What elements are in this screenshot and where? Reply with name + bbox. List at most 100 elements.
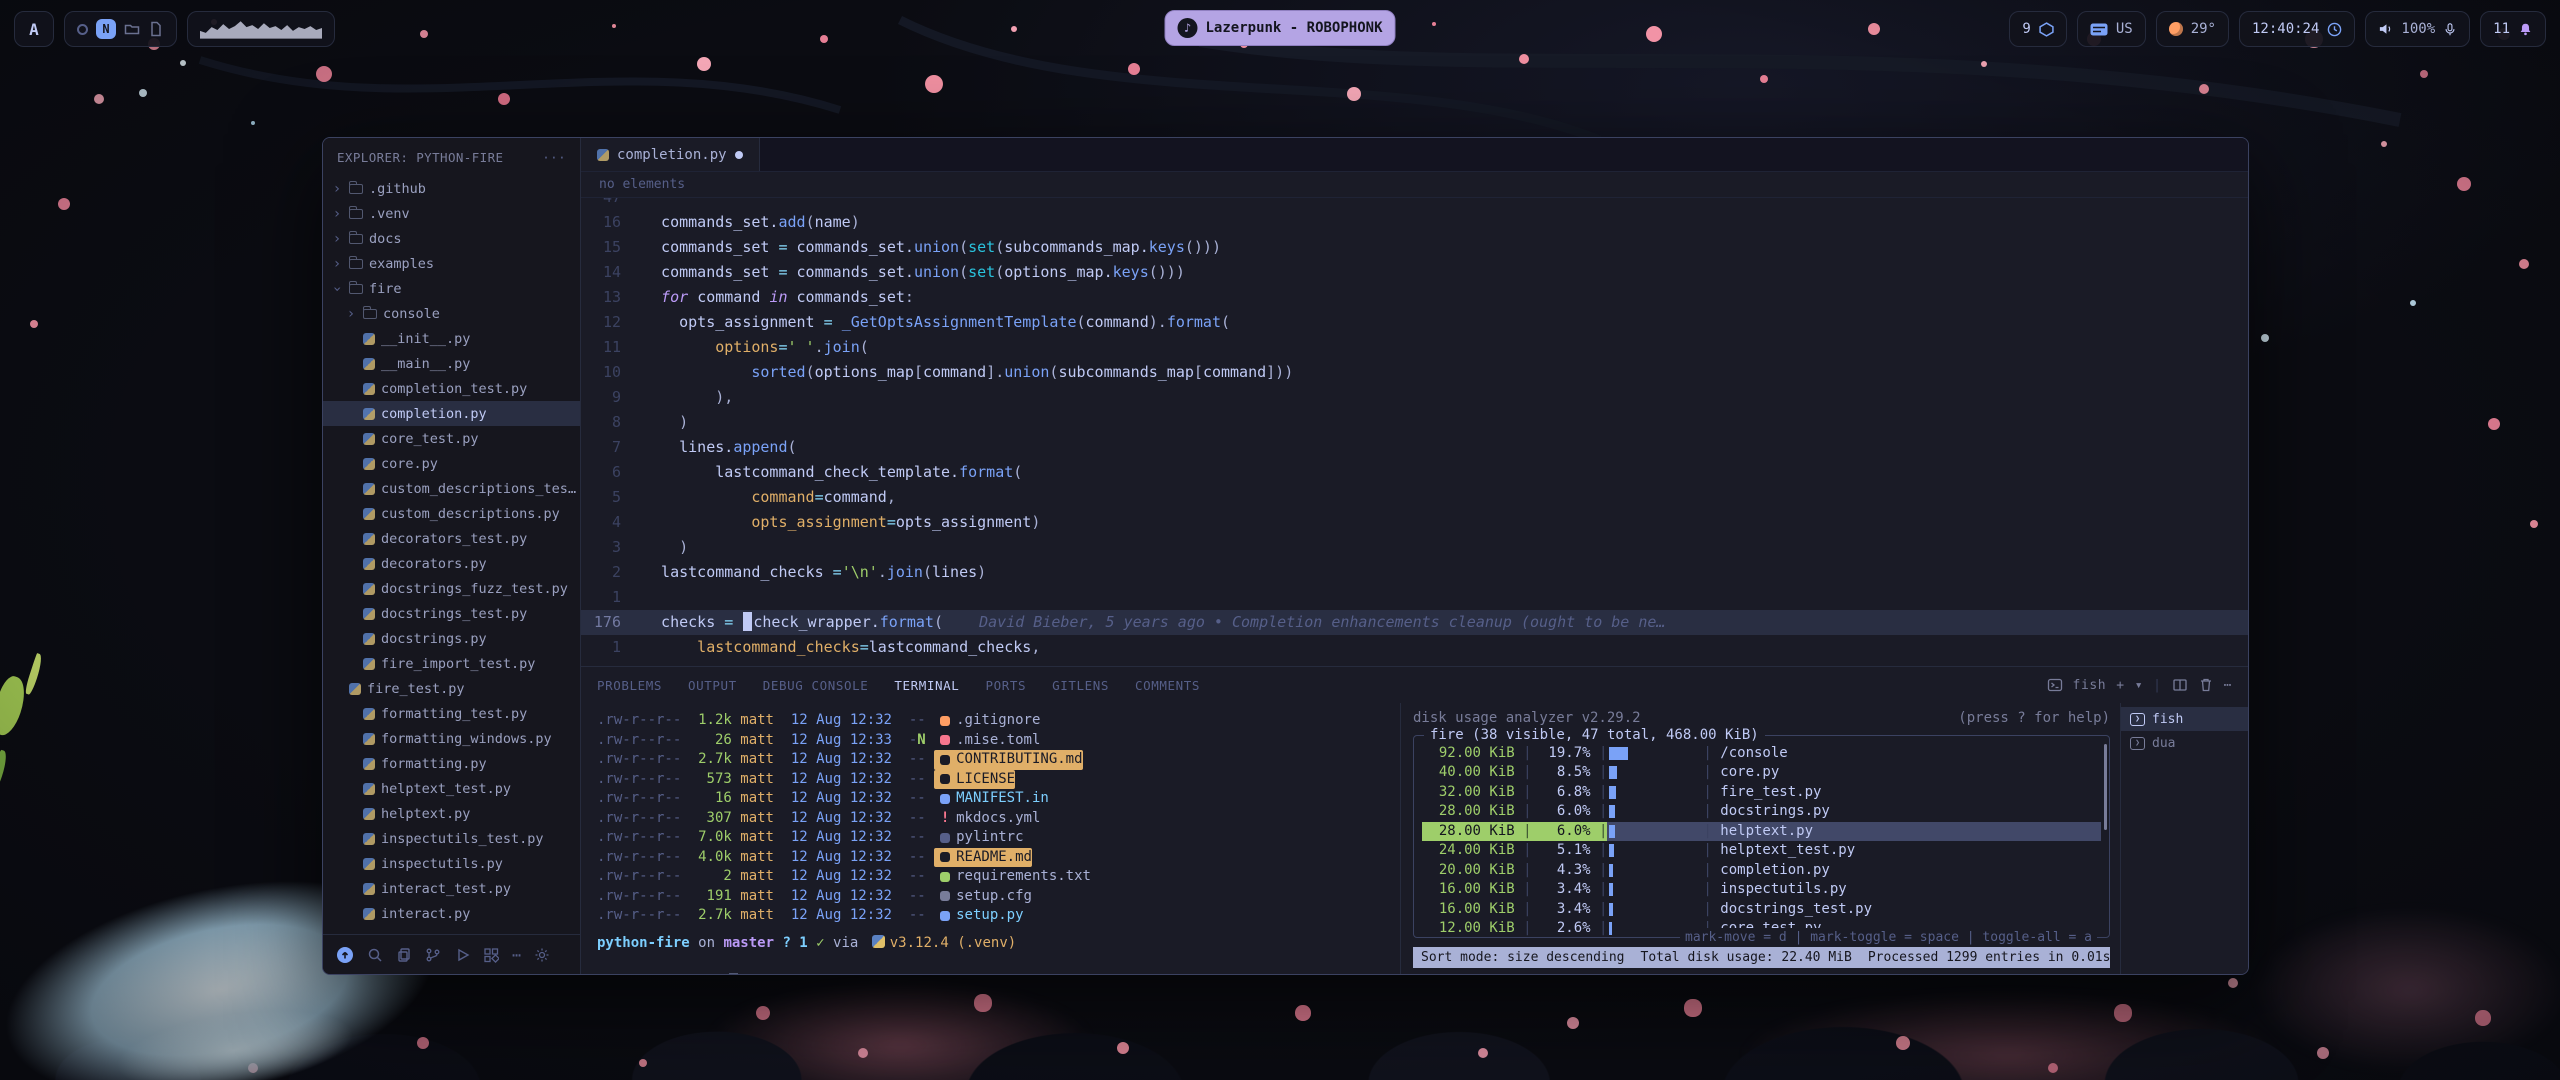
tree-folder-.venv[interactable]: ›.venv <box>323 201 580 226</box>
tree-file-docstrings_test.py[interactable]: docstrings_test.py <box>323 601 580 626</box>
weather-widget[interactable]: 29° <box>2156 11 2229 47</box>
tree-file-custom_descriptions_test.py[interactable]: custom_descriptions_test.py <box>323 476 580 501</box>
code-line-5[interactable]: 5 command=command, <box>581 485 2248 510</box>
panel-tab-comments[interactable]: COMMENTS <box>1135 678 1200 693</box>
code-line-3[interactable]: 3 ) <box>581 535 2248 560</box>
terminal-pane[interactable]: .rw-r--r--1.2k matt 12 Aug 12:32 --.giti… <box>581 703 1400 974</box>
modified-dot-icon[interactable] <box>735 151 743 159</box>
terminal-dropdown-button[interactable]: ▾ <box>2135 678 2143 693</box>
speaker-icon[interactable] <box>2378 22 2393 36</box>
dua-row-docstrings.py[interactable]: 28.00 KiB | 6.0% || docstrings.py <box>1422 802 2101 822</box>
tree-file-helptext.py[interactable]: helptext.py <box>323 801 580 826</box>
tree-file-decorators_test.py[interactable]: decorators_test.py <box>323 526 580 551</box>
notifications-widget[interactable]: 11 <box>2480 11 2546 47</box>
panel-more-button[interactable]: ⋯ <box>2224 678 2232 693</box>
dua-row-inspectutils.py[interactable]: 16.00 KiB | 3.4% || inspectutils.py <box>1422 880 2101 900</box>
code-line-4[interactable]: 4 opts_assignment=opts_assignment) <box>581 510 2248 535</box>
search-icon[interactable] <box>367 947 383 963</box>
tree-file-completion_test.py[interactable]: completion_test.py <box>323 376 580 401</box>
dua-row-helptext_test.py[interactable]: 24.00 KiB | 5.1% || helptext_test.py <box>1422 841 2101 861</box>
code-line-10[interactable]: 10 sorted(options_map[command].union(sub… <box>581 360 2248 385</box>
tree-file-formatting_windows.py[interactable]: formatting_windows.py <box>323 726 580 751</box>
explorer-more-button[interactable]: ··· <box>542 150 566 165</box>
panel-tab-debug-console[interactable]: DEBUG CONSOLE <box>763 678 869 693</box>
code-line-13[interactable]: 13 for command in commands_set: <box>581 285 2248 310</box>
dua-row-completion.py[interactable]: 20.00 KiB | 4.3% || completion.py <box>1422 861 2101 881</box>
updates-widget[interactable]: 9 <box>2009 11 2066 47</box>
kill-terminal-button[interactable] <box>2198 677 2214 693</box>
panel-tab-terminal[interactable]: TERMINAL <box>894 678 959 693</box>
account-badge-icon[interactable] <box>336 946 354 964</box>
terminal-session-fish[interactable]: ❯fish <box>2121 707 2248 731</box>
activity-more-icon[interactable]: ⋯ <box>512 946 521 964</box>
microphone-icon[interactable] <box>2443 22 2457 37</box>
dua-scrollbar[interactable] <box>2104 744 2107 830</box>
tree-file-inspectutils.py[interactable]: inspectutils.py <box>323 851 580 876</box>
code-line-11[interactable]: 11 options=' '.join( <box>581 335 2248 360</box>
panel-tab-gitlens[interactable]: GITLENS <box>1052 678 1109 693</box>
code-line-9[interactable]: 9 ), <box>581 385 2248 410</box>
tree-file-formatting.py[interactable]: formatting.py <box>323 751 580 776</box>
tree-file-__init__.py[interactable]: __init__.py <box>323 326 580 351</box>
tree-file-fire_test.py[interactable]: fire_test.py <box>323 676 580 701</box>
dua-row-fire_test.py[interactable]: 32.00 KiB | 6.8% || fire_test.py <box>1422 783 2101 803</box>
disk-usage-pane[interactable]: disk usage analyzer v2.29.2 (press ? for… <box>1400 703 2120 974</box>
tree-file-fire_import_test.py[interactable]: fire_import_test.py <box>323 651 580 676</box>
split-terminal-button[interactable] <box>2172 677 2188 693</box>
panel-tab-ports[interactable]: PORTS <box>985 678 1026 693</box>
tree-file-custom_descriptions.py[interactable]: custom_descriptions.py <box>323 501 580 526</box>
code-editor[interactable]: 47 """16 commands_set.add(name)15 comman… <box>581 198 2248 666</box>
new-terminal-button[interactable]: + <box>2116 678 2124 693</box>
keyboard-layout-widget[interactable]: US <box>2077 11 2146 47</box>
tree-folder-fire[interactable]: ›fire <box>323 276 580 301</box>
tree-folder-.github[interactable]: ›.github <box>323 176 580 201</box>
clock-widget[interactable]: 12:40:24 <box>2239 11 2355 47</box>
code-line-7[interactable]: 7 lines.append( <box>581 435 2248 460</box>
code-line-1[interactable]: 1 <box>581 585 2248 610</box>
tree-file-helptext_test.py[interactable]: helptext_test.py <box>323 776 580 801</box>
dua-row-core.py[interactable]: 40.00 KiB | 8.5% || core.py <box>1422 763 2101 783</box>
code-line-176[interactable]: 176 checks = check_wrapper.format( David… <box>581 610 2248 635</box>
terminal-session-dua[interactable]: ❯dua <box>2121 731 2248 755</box>
tab-completion-py[interactable]: completion.py <box>581 138 760 171</box>
workspace-active-badge[interactable]: N <box>96 19 116 39</box>
panel-tab-problems[interactable]: PROBLEMS <box>597 678 662 693</box>
code-line-2[interactable]: 2 lastcommand_checks ='\n'.join(lines) <box>581 560 2248 585</box>
tree-file-core_test.py[interactable]: core_test.py <box>323 426 580 451</box>
code-line-8[interactable]: 8 ) <box>581 410 2248 435</box>
tree-file-inspectutils_test.py[interactable]: inspectutils_test.py <box>323 826 580 851</box>
code-line-14[interactable]: 14 commands_set = commands_set.union(set… <box>581 260 2248 285</box>
panel-tab-output[interactable]: OUTPUT <box>688 678 737 693</box>
workspace-file-icon[interactable] <box>148 21 164 37</box>
breadcrumb[interactable]: no elements <box>581 172 2248 198</box>
code-line-15[interactable]: 15 commands_set = commands_set.union(set… <box>581 235 2248 260</box>
run-debug-icon[interactable] <box>454 947 470 963</box>
dua-row-helptext.py[interactable]: 28.00 KiB | 6.0% || helptext.py <box>1422 822 2101 842</box>
tree-file-interact.py[interactable]: interact.py <box>323 901 580 926</box>
code-line-6[interactable]: 6 lastcommand_check_template.format( <box>581 460 2248 485</box>
code-line-1[interactable]: 1 lastcommand_checks=lastcommand_checks, <box>581 635 2248 660</box>
workspaces-widget[interactable]: N <box>64 11 177 47</box>
settings-gear-icon[interactable] <box>534 947 550 963</box>
code-line-16[interactable]: 16 commands_set.add(name) <box>581 210 2248 235</box>
dua-row-/console[interactable]: 92.00 KiB | 19.7% || /console <box>1422 744 2101 764</box>
tree-file-__main__.py[interactable]: __main__.py <box>323 351 580 376</box>
tree-file-docstrings_fuzz_test.py[interactable]: docstrings_fuzz_test.py <box>323 576 580 601</box>
tree-file-formatting_test.py[interactable]: formatting_test.py <box>323 701 580 726</box>
source-control-icon[interactable] <box>425 947 441 963</box>
tree-file-completion.py[interactable]: completion.py <box>323 401 580 426</box>
tree-folder-docs[interactable]: ›docs <box>323 226 580 251</box>
files-icon[interactable] <box>396 947 412 963</box>
tree-file-core.py[interactable]: core.py <box>323 451 580 476</box>
now-playing-widget[interactable]: ♪ Lazerpunk - ROBOPHONK <box>1164 10 1395 46</box>
code-line-12[interactable]: 12 opts_assignment = _GetOptsAssignmentT… <box>581 310 2248 335</box>
tree-file-decorators.py[interactable]: decorators.py <box>323 551 580 576</box>
workspace-folder-icon[interactable] <box>124 21 140 37</box>
dua-row-docstrings_test.py[interactable]: 16.00 KiB | 3.4% || docstrings_test.py <box>1422 900 2101 920</box>
tree-file-docstrings.py[interactable]: docstrings.py <box>323 626 580 651</box>
system-graph-widget[interactable] <box>187 11 335 47</box>
tree-folder-examples[interactable]: ›examples <box>323 251 580 276</box>
tree-folder-console[interactable]: ›console <box>323 301 580 326</box>
workspace-record-icon[interactable] <box>77 24 88 35</box>
launcher-button[interactable]: A <box>14 11 54 47</box>
